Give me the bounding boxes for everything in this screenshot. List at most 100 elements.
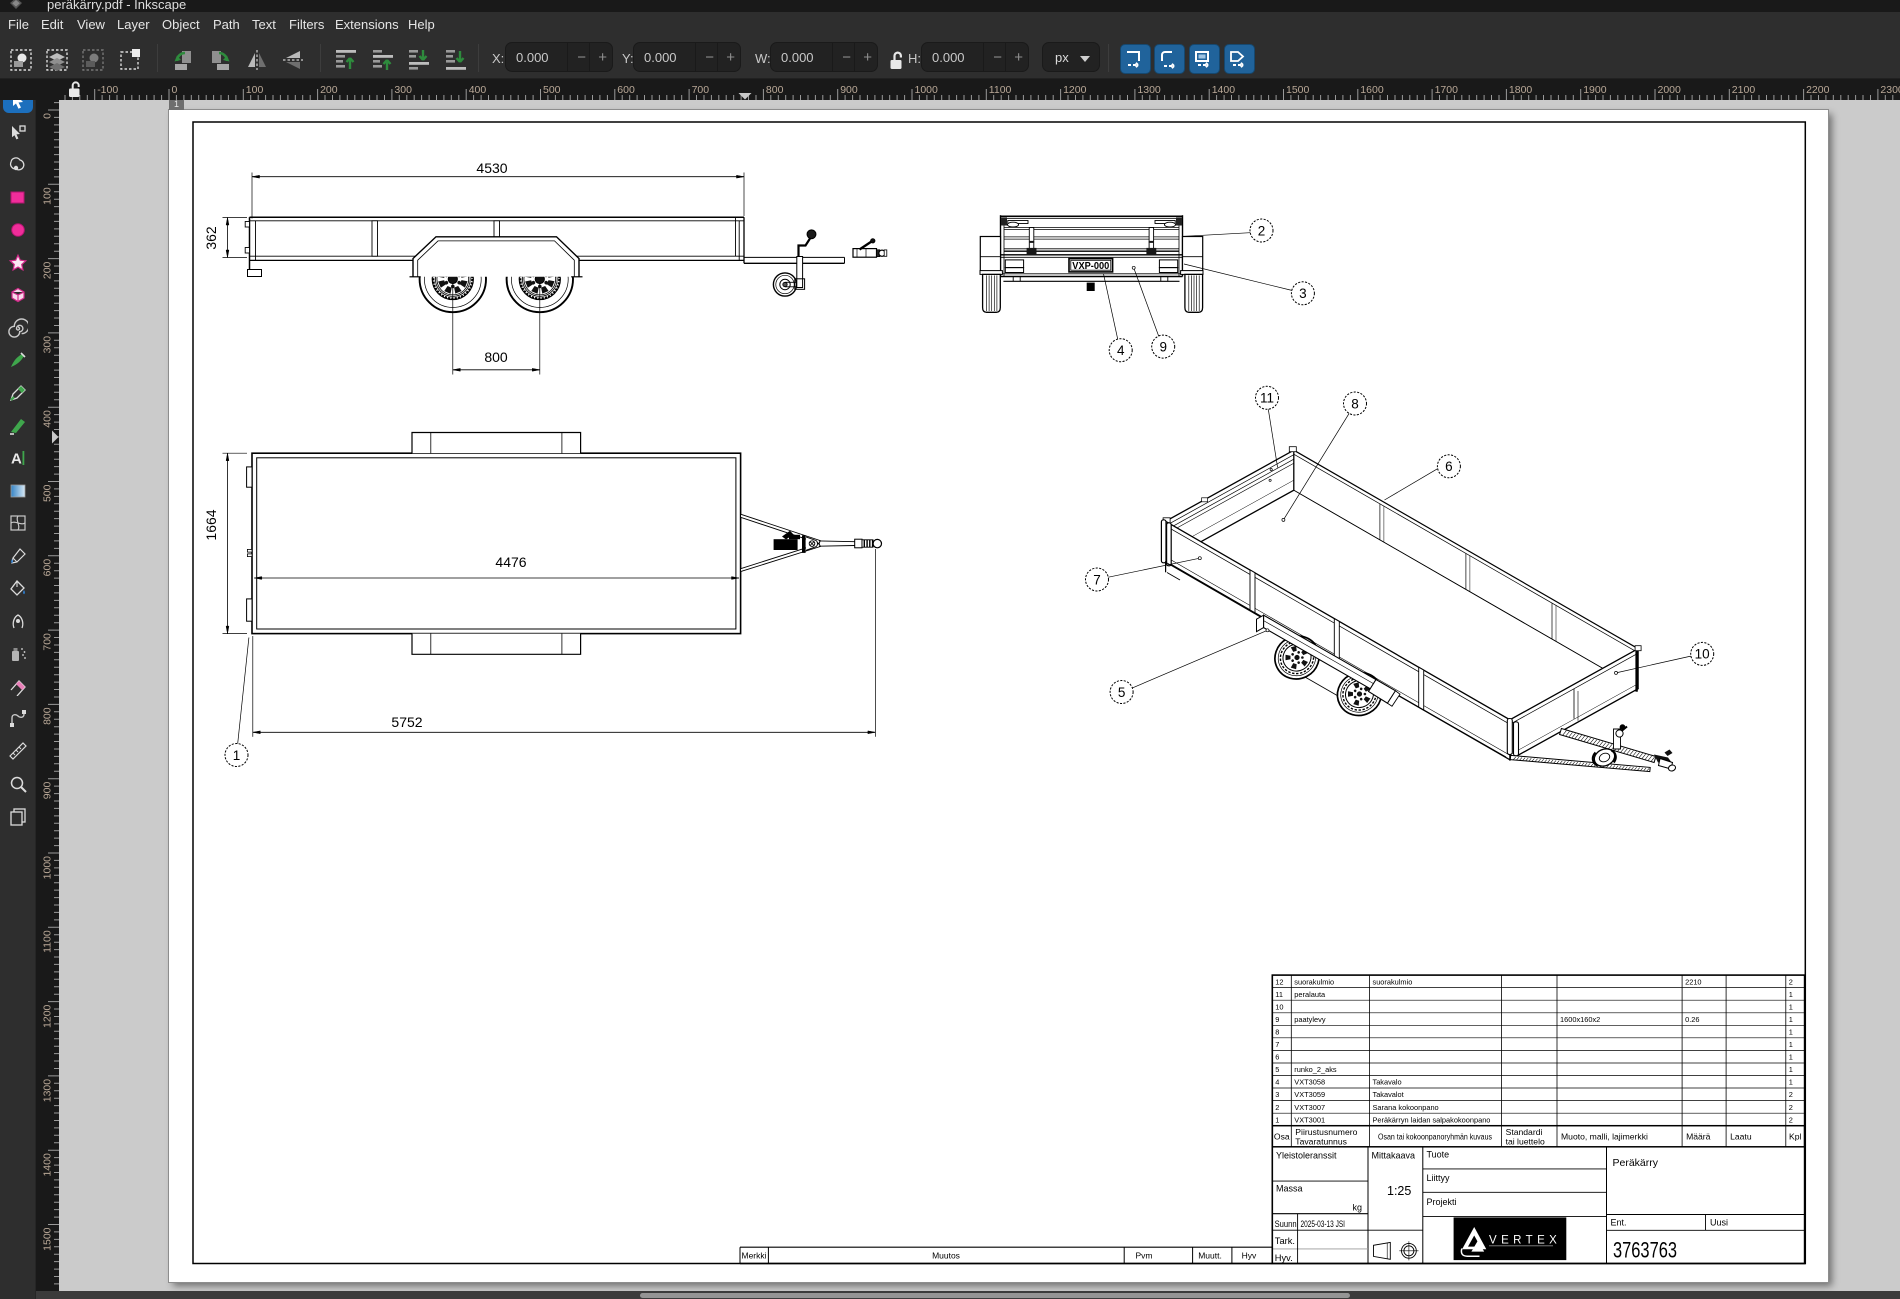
svg-text:1800: 1800 (1509, 84, 1533, 96)
svg-text:1300: 1300 (1137, 84, 1161, 96)
svg-text:Tavaratunnus: Tavaratunnus (1295, 1136, 1347, 1146)
svg-text:2: 2 (1789, 977, 1793, 986)
svg-text:Takavalo: Takavalo (1373, 1078, 1402, 1087)
svg-text:Peräkärry: Peräkärry (1613, 1157, 1659, 1169)
svg-text:600: 600 (42, 559, 54, 577)
svg-text:7: 7 (1093, 572, 1101, 587)
svg-text:700: 700 (42, 633, 54, 651)
svg-text:Uusi: Uusi (1710, 1218, 1728, 1228)
svg-text:300: 300 (394, 84, 412, 96)
svg-text:1: 1 (1789, 1002, 1793, 1011)
svg-text:1600x160x2: 1600x160x2 (1560, 1015, 1600, 1024)
svg-text:9: 9 (1275, 1015, 1279, 1024)
svg-text:1: 1 (1789, 1078, 1793, 1087)
svg-text:paatylevy: paatylevy (1294, 1015, 1326, 1024)
svg-text:tai luettelo: tai luettelo (1506, 1136, 1545, 1146)
svg-text:VXT3007: VXT3007 (1294, 1103, 1325, 1112)
svg-text:5: 5 (1275, 1065, 1279, 1074)
svg-text:2200: 2200 (1806, 84, 1830, 96)
svg-text:runko_2_aks: runko_2_aks (1294, 1065, 1337, 1074)
svg-text:3763763: 3763763 (1613, 1237, 1677, 1262)
svg-text:2025-03-13 JSI: 2025-03-13 JSI (1301, 1219, 1346, 1230)
svg-text:Hyv: Hyv (1242, 1251, 1257, 1261)
svg-text:2: 2 (1258, 223, 1266, 238)
svg-text:1600: 1600 (1360, 84, 1384, 96)
svg-text:2: 2 (1789, 1115, 1793, 1124)
svg-text:Tuote: Tuote (1427, 1150, 1450, 1160)
svg-text:1200: 1200 (1063, 84, 1087, 96)
svg-text:8: 8 (1351, 396, 1359, 411)
svg-text:500: 500 (543, 84, 561, 96)
svg-text:Määrä: Määrä (1686, 1132, 1711, 1142)
svg-text:1: 1 (1789, 1065, 1793, 1074)
svg-text:2000: 2000 (1658, 84, 1682, 96)
svg-text:100: 100 (246, 84, 264, 96)
svg-text:Piirustusnumero: Piirustusnumero (1295, 1127, 1357, 1137)
svg-text:Hyv.: Hyv. (1275, 1253, 1293, 1263)
svg-text:1100: 1100 (42, 930, 54, 953)
svg-text:Mittakaava: Mittakaava (1372, 1151, 1416, 1161)
svg-text:suorakulmio: suorakulmio (1294, 977, 1334, 986)
svg-text:1300: 1300 (42, 1079, 54, 1103)
svg-text:100: 100 (42, 187, 54, 205)
svg-text:Sarana kokoonpano: Sarana kokoonpano (1373, 1103, 1439, 1112)
svg-text:Osa: Osa (1274, 1132, 1290, 1142)
svg-text:2: 2 (1789, 1103, 1793, 1112)
svg-text:1700: 1700 (1435, 84, 1459, 96)
svg-text:12: 12 (1275, 977, 1283, 986)
svg-text:7: 7 (1275, 1040, 1279, 1049)
svg-text:1: 1 (1275, 1115, 1279, 1124)
svg-text:5: 5 (1118, 685, 1126, 700)
svg-text:900: 900 (840, 84, 858, 96)
svg-text:1100: 1100 (989, 84, 1012, 96)
svg-text:Projekti: Projekti (1427, 1197, 1457, 1207)
svg-text:6: 6 (1275, 1053, 1279, 1062)
svg-text:Liittyy: Liittyy (1427, 1173, 1451, 1183)
svg-text:4: 4 (1117, 343, 1125, 358)
svg-text:VERTEX: VERTEX (1489, 1235, 1561, 1247)
svg-text:700: 700 (692, 84, 710, 96)
svg-text:1: 1 (1789, 1028, 1793, 1037)
svg-text:Merkki: Merkki (741, 1251, 766, 1261)
svg-text:Standardi: Standardi (1506, 1127, 1543, 1137)
svg-text:1500: 1500 (1286, 84, 1310, 96)
svg-text:Pvm: Pvm (1136, 1251, 1153, 1261)
svg-text:VXT3058: VXT3058 (1294, 1078, 1325, 1087)
svg-text:900: 900 (42, 782, 54, 800)
svg-text:suorakulmio: suorakulmio (1373, 977, 1413, 986)
svg-text:Muutt.: Muutt. (1198, 1251, 1222, 1261)
svg-text:VXT3059: VXT3059 (1294, 1090, 1325, 1099)
svg-text:1: 1 (1789, 1015, 1793, 1024)
svg-text:400: 400 (42, 410, 54, 428)
svg-text:Osan tai kokoonpanoryhmän kuva: Osan tai kokoonpanoryhmän kuvaus (1378, 1132, 1492, 1142)
svg-text:800: 800 (766, 84, 784, 96)
svg-text:1500: 1500 (42, 1227, 54, 1251)
svg-text:2300: 2300 (1880, 84, 1900, 96)
svg-text:0: 0 (42, 113, 54, 119)
svg-text:1400: 1400 (42, 1153, 54, 1177)
svg-text:200: 200 (320, 84, 338, 96)
svg-text:0.26: 0.26 (1685, 1015, 1699, 1024)
svg-text:11: 11 (1260, 391, 1274, 406)
svg-text:Ent.: Ent. (1611, 1218, 1627, 1228)
svg-text:1400: 1400 (1212, 84, 1236, 96)
svg-text:4530: 4530 (476, 160, 507, 176)
svg-text:Muutos: Muutos (932, 1251, 960, 1261)
svg-text:1: 1 (1789, 1040, 1793, 1049)
svg-text:10: 10 (1275, 1002, 1283, 1011)
svg-text:2100: 2100 (1732, 84, 1756, 96)
svg-text:VXT3001: VXT3001 (1294, 1115, 1325, 1124)
svg-text:400: 400 (469, 84, 487, 96)
svg-text:1200: 1200 (42, 1004, 54, 1028)
svg-text:Laatu: Laatu (1730, 1132, 1752, 1142)
svg-text:600: 600 (617, 84, 635, 96)
svg-text:2210: 2210 (1685, 977, 1701, 986)
svg-text:800: 800 (484, 349, 508, 365)
svg-text:2: 2 (1275, 1103, 1279, 1112)
svg-text:Yleistoleranssit: Yleistoleranssit (1276, 1151, 1337, 1161)
svg-text:kg: kg (1352, 1203, 1362, 1213)
svg-text:Tark.: Tark. (1275, 1236, 1295, 1246)
svg-text:3: 3 (1299, 286, 1307, 301)
svg-text:4476: 4476 (495, 554, 526, 570)
svg-text:3: 3 (1275, 1090, 1279, 1099)
